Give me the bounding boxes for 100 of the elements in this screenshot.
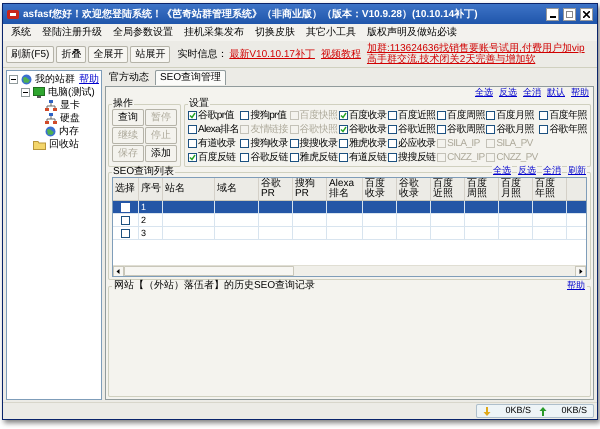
checkbox[interactable] [188, 153, 197, 162]
table-row[interactable]: 2 [113, 214, 586, 227]
column-header[interactable]: 谷歌PR [259, 178, 293, 200]
table-row[interactable]: 1 [113, 201, 586, 214]
checkbox-label: 百度年照 [549, 110, 587, 120]
column-header[interactable]: 站名 [163, 178, 215, 200]
column-header[interactable]: 选择 [113, 178, 139, 200]
checkbox[interactable] [437, 111, 446, 120]
tree-item[interactable]: 硬盘 [60, 114, 80, 124]
group-title: 设置 [189, 98, 209, 109]
menu-item[interactable]: 版权声明及做站必读 [367, 25, 457, 40]
settings-link[interactable]: 帮助 [571, 87, 589, 99]
alert-link[interactable]: 视频教程 [320, 46, 361, 62]
checkbox[interactable] [240, 139, 250, 148]
checkbox[interactable] [338, 153, 348, 162]
minimize-button[interactable] [546, 8, 559, 20]
checkbox[interactable] [388, 153, 397, 162]
checkbox[interactable] [486, 111, 496, 120]
tab[interactable]: SEO查询管理 [155, 70, 226, 85]
menu-item[interactable]: 全局参数设置 [113, 25, 173, 40]
tab[interactable]: 官方动态 [105, 72, 153, 85]
checkbox-label: 谷歌近照 [398, 124, 436, 134]
action-button[interactable]: 添加 [145, 145, 177, 162]
folder-icon [33, 140, 46, 150]
group-title: 操作 [113, 98, 133, 109]
upload-arrow-icon [539, 406, 547, 416]
list-link[interactable]: 刷新 [567, 166, 587, 177]
checkbox[interactable] [388, 139, 397, 148]
action-button[interactable]: 查询 [112, 109, 144, 126]
checkbox[interactable] [121, 228, 130, 238]
column-header[interactable]: 谷歌收录 [397, 178, 431, 200]
menu-item[interactable]: 系统 [11, 25, 31, 40]
settings-link[interactable]: 默认 [547, 87, 565, 99]
table-cell: 1 [141, 202, 146, 212]
collapse-toggle[interactable] [9, 75, 18, 84]
tree-item[interactable]: 内存 [59, 126, 79, 136]
checkbox[interactable] [290, 139, 299, 148]
menu-item[interactable]: 其它小工具 [306, 25, 356, 40]
toolbar-button[interactable]: 站展开 [130, 46, 170, 62]
column-header[interactable]: 序号 [139, 178, 163, 200]
tree-item[interactable]: 电脑(测试) [48, 88, 95, 98]
column-header[interactable]: Alexa排名 [327, 178, 363, 200]
settings-link[interactable]: 全选 [475, 87, 493, 99]
scroll-left-icon[interactable] [113, 266, 124, 276]
scroll-right-icon[interactable] [575, 266, 586, 276]
checkbox[interactable] [338, 125, 348, 134]
checkbox[interactable] [539, 125, 548, 134]
download-speed: 0KB/S [504, 404, 531, 418]
help-link[interactable]: 帮助 [566, 281, 586, 291]
checkbox[interactable] [486, 125, 496, 134]
menu-item[interactable]: 切换皮肤 [255, 25, 295, 40]
collapse-toggle[interactable] [21, 88, 30, 97]
table-cell: 2 [141, 216, 146, 224]
checkbox[interactable] [388, 111, 397, 120]
table-row[interactable]: 3 [113, 227, 586, 240]
checkbox[interactable] [437, 125, 446, 134]
checkbox-label: 雅虎反链 [300, 152, 338, 162]
horizontal-scrollbar[interactable] [113, 265, 586, 276]
checkbox-label: 百度周照 [447, 110, 485, 120]
menu-item[interactable]: 登陆注册升级 [42, 25, 102, 40]
checkbox[interactable] [338, 139, 348, 148]
checkbox-label: 谷歌pr值 [198, 110, 234, 120]
checkbox[interactable] [388, 125, 397, 134]
checkbox[interactable] [188, 139, 197, 148]
checkbox[interactable] [338, 111, 348, 120]
menu-item[interactable]: 挂机采集发布 [184, 25, 244, 40]
maximize-button[interactable] [563, 8, 576, 20]
tree-item[interactable]: 回收站 [49, 140, 79, 150]
column-header[interactable]: 域名 [215, 178, 259, 200]
checkbox[interactable] [290, 153, 299, 162]
minimize-icon [550, 16, 556, 18]
settings-link[interactable]: 全消 [523, 87, 541, 99]
upload-speed: 0KB/S [560, 404, 587, 418]
table-cell: 3 [141, 228, 146, 238]
tree-item[interactable]: 我的站群 [35, 74, 75, 84]
list-link[interactable]: 全消 [542, 166, 562, 177]
notice-link[interactable]: 加群:113624636找销售要账号试用,付费用户加vip高手群交流,技术闭关2天完善与增加软 [366, 43, 594, 65]
checkbox-label: Alexa排名 [198, 124, 239, 134]
column-header[interactable]: 搜狗PR [293, 178, 327, 200]
checkbox-label: 有道反链 [348, 152, 386, 162]
alert-link[interactable]: 最新V10.10.17补丁 [229, 46, 315, 62]
checkbox[interactable] [539, 111, 548, 120]
help-link[interactable]: 帮助 [79, 74, 99, 84]
toolbar-button[interactable]: 折叠 [56, 46, 86, 62]
checkbox-label: 百度反链 [198, 152, 236, 162]
list-link[interactable]: 反选 [517, 166, 537, 177]
checkbox[interactable] [188, 111, 197, 120]
tree-item[interactable]: 显卡 [60, 100, 80, 110]
group-title: SEO查询列表 [113, 166, 174, 177]
list-link[interactable]: 全选 [492, 166, 512, 177]
checkbox[interactable] [240, 153, 250, 162]
checkbox[interactable] [188, 125, 197, 134]
settings-link[interactable]: 反选 [499, 87, 517, 99]
close-icon [583, 10, 590, 18]
close-button[interactable] [580, 8, 593, 20]
toolbar-button[interactable]: 全展开 [88, 46, 128, 62]
checkbox[interactable] [240, 111, 250, 120]
checkbox[interactable] [121, 216, 130, 224]
group-title: 网站【（外站）落伍者】的历史SEO查询记录 [113, 281, 316, 291]
toolbar-button[interactable]: 刷新(F5) [6, 46, 54, 62]
